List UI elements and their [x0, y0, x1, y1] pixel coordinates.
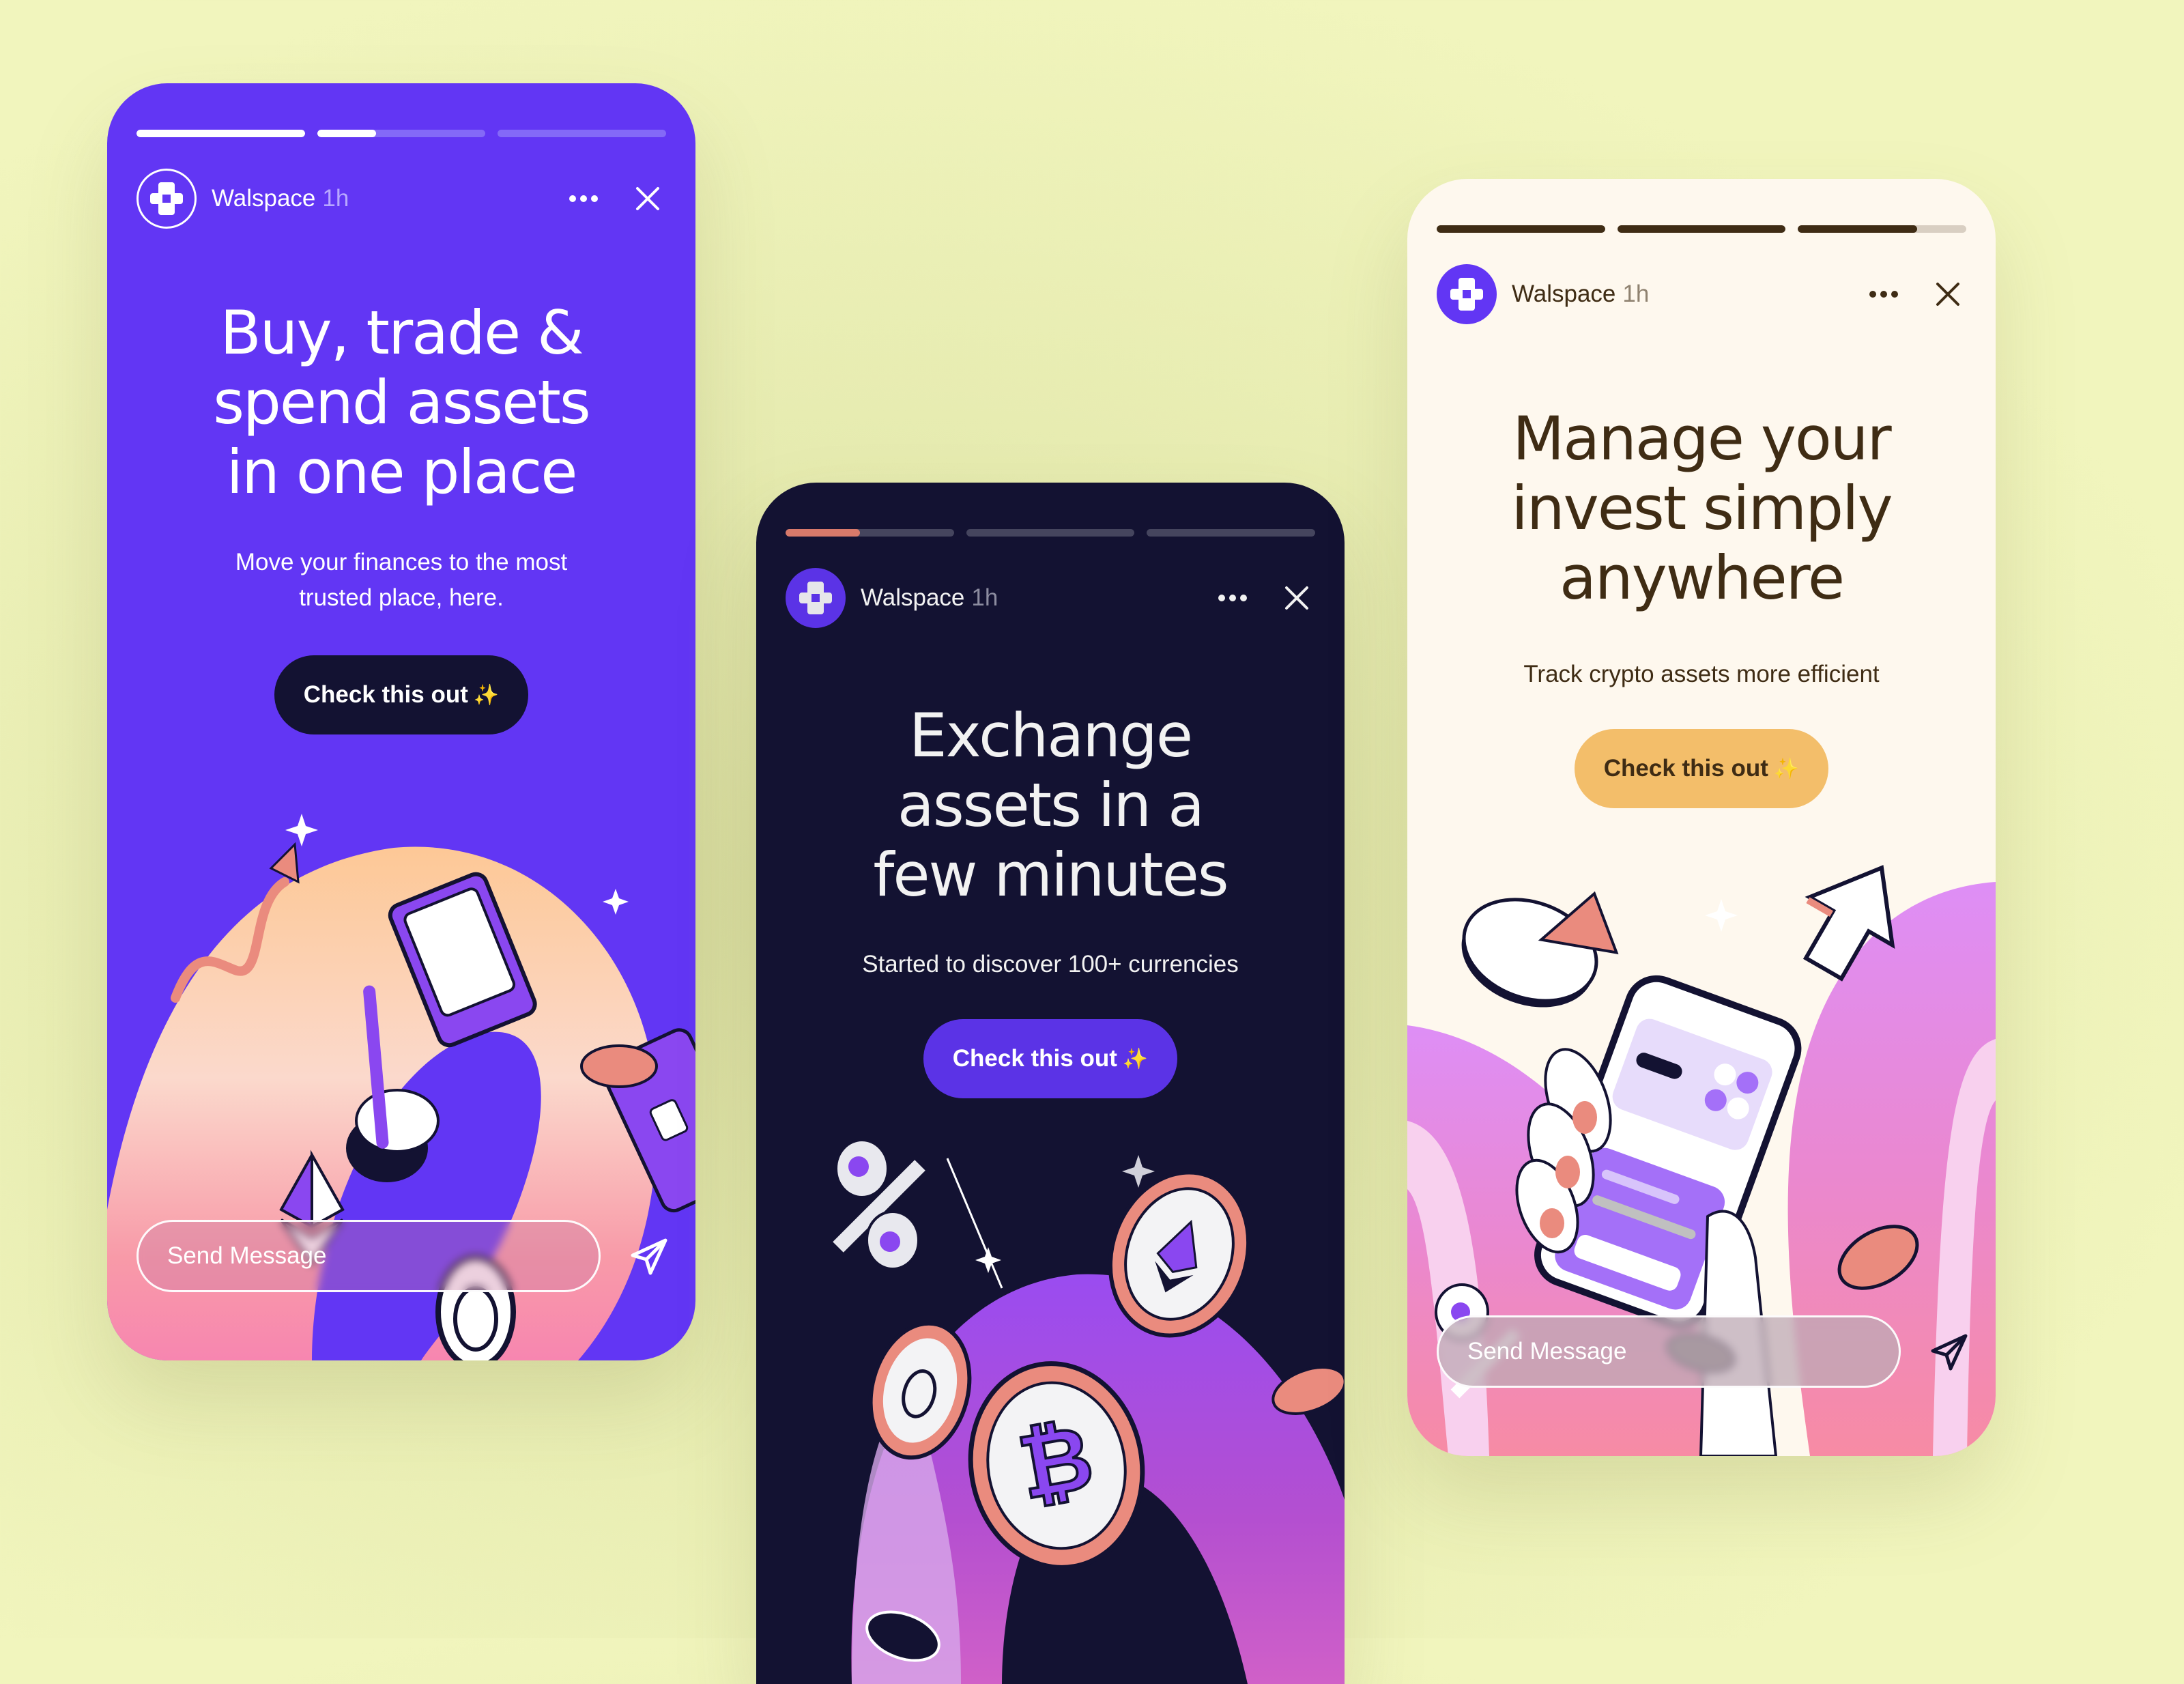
sparkle-icon [285, 814, 318, 846]
sparkle-icon [1122, 1155, 1155, 1188]
account-name-group[interactable]: Walspace 1h [861, 584, 998, 612]
walspace-logo-icon [799, 582, 832, 614]
close-button[interactable] [629, 180, 666, 217]
more-dots-icon [1869, 291, 1898, 298]
story-subtitle: Started to discover 100+ currencies [797, 947, 1304, 982]
sparkles-icon: ✨ [1773, 757, 1800, 780]
close-icon [1285, 586, 1308, 610]
story-card-exchange: Walspace 1h Exchange assets in a few minu… [756, 483, 1345, 1684]
account-name: Walspace [212, 185, 316, 212]
subtitle-line: Track crypto assets more efficient [1523, 661, 1880, 687]
headline-line: spend assets [213, 367, 591, 438]
check-this-out-button[interactable]: Check this out ✨ [274, 655, 528, 734]
account-name: Walspace [861, 584, 965, 611]
cta-label: Check this out [1603, 755, 1768, 782]
story-progress [136, 130, 667, 137]
avatar[interactable] [1437, 264, 1497, 324]
headline-line: few minutes [873, 840, 1228, 910]
progress-segment[interactable] [786, 529, 954, 537]
more-options-button[interactable] [1865, 276, 1902, 313]
post-time: 1h [322, 185, 349, 212]
avatar[interactable] [786, 568, 846, 628]
message-placeholder: Send Message [1467, 1338, 1627, 1365]
send-icon[interactable] [1927, 1330, 1971, 1374]
headline-line: assets in a [897, 770, 1205, 840]
progress-segment[interactable] [1617, 225, 1786, 233]
headline-line: anywhere [1559, 543, 1845, 613]
account-name-group[interactable]: Walspace 1h [1512, 281, 1649, 308]
story-headline: Buy, trade & spend assets in one place [107, 298, 695, 507]
message-placeholder: Send Message [167, 1242, 327, 1269]
progress-segment[interactable] [317, 130, 486, 137]
progress-segment[interactable] [966, 529, 1135, 537]
walspace-logo-icon [1450, 278, 1483, 311]
walspace-logo-icon [150, 182, 183, 215]
more-options-button[interactable] [1214, 580, 1251, 616]
story-subtitle: Move your finances to the most trusted p… [148, 545, 655, 616]
more-dots-icon [569, 195, 598, 202]
headline-line: in one place [226, 437, 578, 507]
sparkle-icon [603, 889, 629, 915]
story-card-manage-invest: Walspace 1h Manage your invest simply any… [1407, 179, 1996, 1456]
headline-line: Exchange [909, 700, 1193, 771]
close-button[interactable] [1929, 276, 1966, 313]
account-name-group[interactable]: Walspace 1h [212, 185, 349, 212]
cta-label: Check this out [952, 1045, 1117, 1072]
close-icon [1936, 283, 1959, 306]
story-progress [1437, 225, 1967, 233]
cta-label: Check this out [303, 681, 468, 708]
close-icon [636, 187, 659, 210]
story-card-buy-trade: Walspace 1h Buy, trade & spend assets in … [107, 83, 695, 1360]
progress-segment[interactable] [498, 130, 667, 137]
send-message-input[interactable]: Send Message [136, 1220, 601, 1292]
send-message-input[interactable]: Send Message [1437, 1315, 1901, 1388]
more-options-button[interactable] [565, 180, 602, 217]
check-this-out-button[interactable]: Check this out ✨ [923, 1019, 1177, 1098]
story-header: Walspace 1h [786, 568, 1315, 628]
progress-segment[interactable] [1147, 529, 1316, 537]
arrow-head-icon [269, 842, 300, 884]
subtitle-line: trusted place, here. [299, 584, 504, 611]
story-illustration: ₿ [833, 1139, 1345, 1684]
progress-segment[interactable] [1437, 225, 1605, 233]
avatar[interactable] [136, 169, 197, 229]
headline-line: invest simply [1511, 473, 1893, 543]
percent-icon [833, 1139, 925, 1270]
subtitle-line: Move your finances to the most [235, 549, 568, 575]
story-progress [786, 529, 1316, 537]
post-time: 1h [971, 584, 998, 611]
subtitle-line: Started to discover 100+ currencies [862, 951, 1239, 977]
sparkles-icon: ✨ [473, 683, 500, 707]
story-header: Walspace 1h [1437, 264, 1966, 324]
close-button[interactable] [1278, 580, 1315, 616]
motion-line [946, 1158, 1003, 1289]
headline-line: Manage your [1512, 403, 1891, 474]
headline-line: Buy, trade & [220, 298, 584, 368]
sparkle-icon [975, 1247, 1001, 1273]
account-name: Walspace [1512, 281, 1616, 307]
send-icon[interactable] [627, 1235, 671, 1279]
coin-icon [580, 1044, 658, 1088]
pie-chart-icon [1461, 891, 1619, 1008]
post-time: 1h [1622, 281, 1650, 307]
check-this-out-button[interactable]: Check this out ✨ [1575, 729, 1828, 808]
sparkle-icon [1705, 899, 1738, 932]
sparkles-icon: ✨ [1122, 1047, 1149, 1070]
story-header: Walspace 1h [136, 169, 666, 229]
story-headline: Exchange assets in a few minutes [756, 701, 1345, 910]
progress-segment[interactable] [1798, 225, 1967, 233]
story-subtitle: Track crypto assets more efficient [1448, 657, 1955, 692]
story-headline: Manage your invest simply anywhere [1407, 404, 1996, 613]
progress-segment[interactable] [136, 130, 305, 137]
more-dots-icon [1218, 595, 1247, 601]
